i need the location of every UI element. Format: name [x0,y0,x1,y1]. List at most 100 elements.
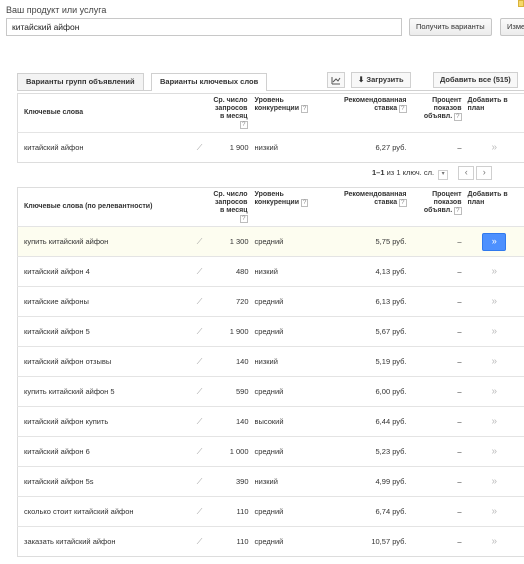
bid-cell: 6,13 руб. [321,286,410,317]
searches-cell: 590 [209,376,252,407]
trend-icon[interactable]: ⟋ [189,466,210,497]
trend-icon[interactable]: ⟋ [189,132,210,163]
prev-page-button[interactable]: ‹ [458,166,475,180]
tab-ad-groups[interactable]: Варианты групп объявлений [17,73,144,90]
add-to-plan-button[interactable]: » [464,466,524,497]
product-search-input[interactable]: китайский айфон [6,18,402,36]
keyword-cell: заказать китайский айфон [17,526,190,557]
add-to-plan-button[interactable]: » [464,526,524,557]
tab-keywords[interactable]: Варианты ключевых слов [151,73,268,91]
competition-cell: низкий [251,132,322,163]
trend-icon[interactable]: ⟋ [189,376,210,407]
col-share[interactable]: Процент показов объявл.? [410,94,465,133]
chart-icon[interactable] [327,72,345,88]
competition-cell: средний [251,316,322,347]
col-bid[interactable]: Рекомендованная ставка? [322,94,410,133]
trend-icon[interactable]: ⟋ [189,226,210,257]
help-icon[interactable]: ? [454,207,462,215]
share-cell: – [409,316,465,347]
competition-cell: высокий [251,406,322,437]
col-bid[interactable]: Рекомендованная ставка? [322,188,410,227]
tabs-bar: Варианты групп объявлений Варианты ключе… [17,70,524,91]
keyword-cell: китайские айфоны [17,286,190,317]
trend-icon[interactable]: ⟋ [189,436,210,467]
searches-cell: 140 [209,406,252,437]
col-keywords-relevance[interactable]: Ключевые слова (по релевантности) [18,188,190,227]
searches-cell: 140 [209,346,252,377]
add-to-plan-button[interactable]: » [464,286,524,317]
table-row: купить китайский айфон 5 ⟋ 590 средний 6,00 … [17,376,524,407]
col-share[interactable]: Процент показов объявл.? [410,188,465,227]
rows-per-page-dropdown[interactable]: ▾ [438,170,449,180]
keyword-cell: китайский айфон купить [17,406,190,437]
competition-cell: средний [251,226,322,257]
table-row: китайский айфон 4 ⟋ 480 низкий 4,13 руб. –» [17,256,524,287]
help-icon[interactable]: ? [301,199,309,207]
keyword-cell: китайский айфон 5s [17,466,190,497]
bid-cell: 6,00 руб. [321,376,410,407]
competition-cell: средний [251,286,322,317]
add-to-plan-button[interactable]: » [482,232,507,251]
help-icon[interactable]: ? [399,199,407,207]
table-row: китайский айфон купить ⟋ 140 высокий 6,44 ру… [17,406,524,437]
trend-icon[interactable]: ⟋ [189,256,210,287]
trend-icon[interactable]: ⟋ [189,406,210,437]
share-cell: – [409,132,465,163]
col-keywords[interactable]: Ключевые слова [18,94,190,133]
keyword-cell: купить китайский айфон 5 [17,376,190,407]
next-page-button[interactable]: › [476,166,493,180]
add-all-button[interactable]: Добавить все (515) [433,72,518,88]
change-button[interactable]: Изме [500,18,524,36]
help-icon[interactable]: ? [301,105,309,113]
table-row: китайский айфон 5 ⟋ 1 900 средний 5,67 руб. –… [17,316,524,347]
share-cell: – [409,346,465,377]
download-button[interactable]: ⬇ Загрузить [351,72,411,88]
add-to-plan-button[interactable]: » [464,496,524,527]
bid-cell: 6,74 руб. [321,496,410,527]
col-searches[interactable]: Ср. число запросов в месяц? [210,188,252,227]
col-searches[interactable]: Ср. число запросов в месяц? [210,94,252,133]
bid-cell: 5,23 руб. [321,436,410,467]
bid-cell: 4,13 руб. [321,256,410,287]
searches-cell: 480 [209,256,252,287]
add-to-plan-button[interactable]: » [464,376,524,407]
get-variants-button[interactable]: Получить варианты [409,18,492,36]
competition-cell: низкий [251,256,322,287]
add-cell: » [464,226,524,257]
trend-icon[interactable]: ⟋ [189,526,210,557]
share-cell: – [409,436,465,467]
trend-icon[interactable]: ⟋ [189,316,210,347]
share-cell: – [409,526,465,557]
bid-cell: 6,27 руб. [321,132,410,163]
add-to-plan-button[interactable]: » [464,346,524,377]
competition-cell: средний [251,436,322,467]
add-to-plan-button[interactable]: » [464,316,524,347]
table-header-row: Ключевые слова (по релевантности) Ср. чи… [18,188,524,227]
trend-icon[interactable]: ⟋ [189,346,210,377]
help-icon[interactable]: ? [240,215,248,223]
searches-cell: 1 000 [209,436,252,467]
trend-icon[interactable]: ⟋ [189,496,210,527]
keyword-cell: сколько стоит китайский айфон [17,496,190,527]
trend-icon[interactable]: ⟋ [189,286,210,317]
keyword-ideas-table: Ключевые слова (по релевантности) Ср. чи… [17,187,524,557]
col-add: Добавить в план [467,191,508,206]
share-cell: – [409,496,465,527]
product-label: Ваш продукт или услуга [6,5,107,15]
add-to-plan-button[interactable]: » [464,406,524,437]
col-competition[interactable]: Уровень конкуренции? [252,94,322,133]
help-icon[interactable]: ? [399,105,407,113]
competition-cell: средний [251,526,322,557]
share-cell: – [409,466,465,497]
add-to-plan-button[interactable]: » [464,436,524,467]
help-icon[interactable]: ? [240,121,248,129]
share-cell: – [409,226,465,257]
help-icon[interactable]: ? [454,113,462,121]
add-to-plan-button[interactable]: » [464,132,524,163]
col-competition[interactable]: Уровень конкуренции? [252,188,322,227]
bid-cell: 5,19 руб. [321,346,410,377]
add-to-plan-button[interactable]: » [464,256,524,287]
keyword-cell: китайский айфон 4 [17,256,190,287]
notification-icon[interactable] [518,0,524,7]
bid-cell: 5,67 руб. [321,316,410,347]
